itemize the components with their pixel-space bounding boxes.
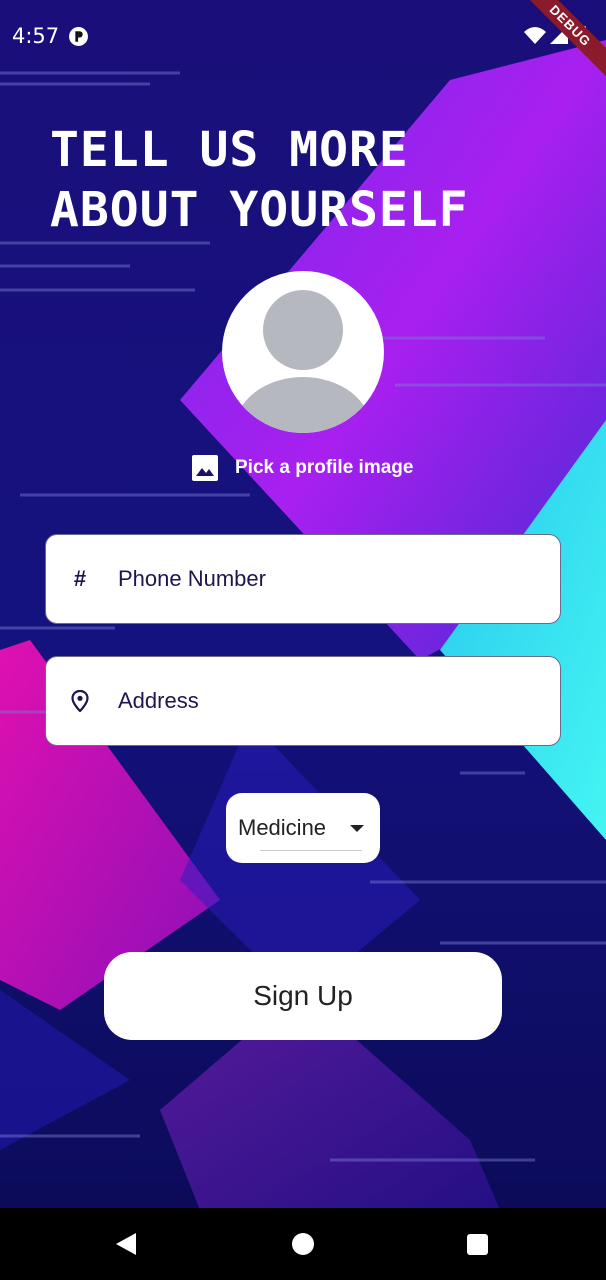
page-title: TELL US MORE ABOUT YOURSELF [50, 120, 570, 240]
category-dropdown[interactable]: Medicine [226, 793, 380, 863]
address-field[interactable] [45, 656, 561, 746]
home-icon[interactable] [292, 1233, 314, 1255]
phone-number-input[interactable] [116, 565, 520, 593]
pick-profile-image-label: Pick a profile image [235, 457, 414, 478]
hash-icon: # [73, 566, 87, 591]
title-line-1: TELL US MORE [50, 122, 409, 178]
app-p-icon [69, 27, 88, 46]
dropdown-underline [260, 850, 362, 851]
phone-number-field[interactable]: # [45, 534, 561, 624]
status-time: 4:57 [12, 24, 60, 48]
status-bar: 4:57 DEBUG [0, 0, 606, 83]
profile-avatar[interactable] [222, 271, 384, 433]
address-input[interactable] [116, 687, 520, 715]
title-line-2: ABOUT YOURSELF [50, 182, 469, 238]
recent-apps-icon[interactable] [467, 1234, 488, 1255]
image-icon [192, 455, 218, 481]
location-pin-icon [68, 689, 92, 713]
sign-up-button[interactable]: Sign Up [104, 952, 502, 1040]
pick-profile-image-button[interactable]: Pick a profile image [190, 452, 413, 484]
category-selected-value: Medicine [238, 815, 327, 840]
wifi-icon [524, 27, 546, 44]
person-placeholder-icon [235, 290, 371, 433]
caret-down-icon [350, 825, 364, 832]
back-icon[interactable] [116, 1233, 136, 1255]
